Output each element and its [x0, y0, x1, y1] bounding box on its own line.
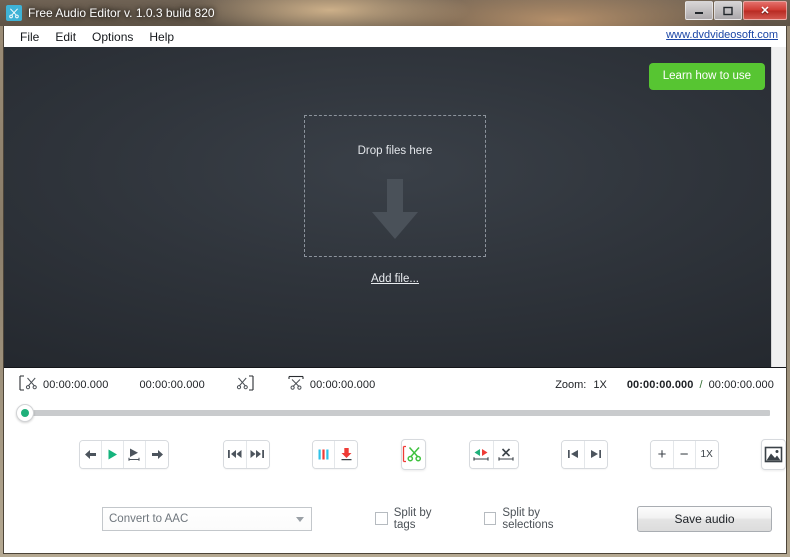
cut-selection-button[interactable] [401, 438, 426, 470]
step-forward-button[interactable] [146, 440, 169, 468]
split-by-tags-option[interactable]: Split by tags [375, 507, 454, 531]
save-audio-button[interactable]: Save audio [637, 505, 772, 532]
chevron-down-icon [295, 516, 304, 522]
menu-item-help[interactable]: Help [141, 28, 182, 46]
marker-group [312, 439, 359, 469]
minus-icon: − [679, 445, 689, 463]
zoom-in-button[interactable]: + [651, 440, 674, 468]
maximize-button[interactable] [714, 1, 742, 20]
split-by-selections-option[interactable]: Split by selections [483, 506, 591, 531]
zoom-value: 1X [593, 378, 607, 391]
zoom-out-button[interactable]: − [673, 440, 696, 468]
set-marker-button[interactable] [335, 440, 358, 468]
export-bar: Convert to AAC Split by tags Split by se… [4, 484, 786, 553]
album-art-button[interactable] [761, 438, 787, 470]
timeline-slider-row [4, 401, 786, 424]
minimize-button[interactable] [685, 1, 713, 20]
dropzone-label: Drop files here [357, 145, 433, 157]
window-controls: ✕ [685, 1, 787, 20]
split-by-tags-checkbox[interactable] [375, 512, 388, 525]
step-back-button[interactable] [80, 440, 103, 468]
editor-toolbar: + − 1X [4, 424, 787, 484]
cut-start-icon [18, 375, 38, 394]
cut-end-icon [236, 375, 256, 394]
title-bar[interactable]: Free Audio Editor v. 1.0.3 build 820 ✕ [0, 0, 790, 26]
transport-group [79, 439, 170, 469]
skip-group [223, 439, 270, 469]
output-format-select[interactable]: Convert to AAC [102, 506, 312, 531]
timeline-position-slider[interactable] [16, 404, 34, 422]
menu-item-options[interactable]: Options [84, 28, 141, 46]
play-button[interactable] [102, 440, 125, 468]
selection-total-group: 00:00:00.000 [287, 375, 375, 394]
cut-total-icon [287, 375, 305, 394]
skip-next-button[interactable] [246, 440, 269, 468]
zoom-group: + − 1X [650, 439, 719, 469]
split-by-tags-label: Split by tags [393, 506, 432, 531]
application-window: Free Audio Editor v. 1.0.3 build 820 ✕ F… [0, 0, 790, 557]
menu-item-file[interactable]: File [12, 28, 47, 46]
learn-how-to-use-button[interactable]: Learn how to use [648, 63, 765, 90]
output-format-value: Convert to AAC [109, 512, 189, 525]
workspace-scrollbar[interactable] [771, 47, 786, 367]
selection-group [468, 439, 519, 469]
plus-icon: + [657, 445, 667, 463]
zoom-reset-button[interactable]: 1X [695, 440, 718, 468]
zoom-1x-icon: 1X [700, 448, 713, 460]
go-to-start-button[interactable] [562, 440, 585, 468]
close-button[interactable]: ✕ [743, 1, 787, 20]
add-tag-button[interactable] [313, 440, 336, 468]
selection-length-time: 00:00:00.000 [139, 378, 205, 391]
add-file-link[interactable]: Add file... [371, 273, 419, 285]
timecode-bar: 00:00:00.000 00:00:00.000 00:00:00.000 Z… [4, 368, 786, 401]
scissors-icon [6, 5, 22, 21]
position-separator: / [699, 378, 703, 391]
play-selection-button[interactable] [124, 440, 147, 468]
client-area: File Edit Options Help www.dvdvideosoft.… [3, 26, 787, 554]
menu-item-edit[interactable]: Edit [47, 28, 84, 46]
timeline-slider-track[interactable] [32, 410, 770, 416]
drop-area-wrapper: Drop files here Add file... [304, 115, 486, 285]
workspace-panel: Learn how to use Drop files here Add fil… [4, 47, 786, 368]
position-current-time: 00:00:00.000 [626, 378, 694, 391]
selection-total-time: 00:00:00.000 [309, 378, 376, 391]
select-region-button[interactable] [469, 440, 494, 468]
file-dropzone[interactable]: Drop files here [304, 115, 486, 257]
delete-region-button[interactable] [493, 440, 518, 468]
go-to-end-button[interactable] [584, 440, 607, 468]
selection-start-group: 00:00:00.000 [18, 375, 108, 394]
position-total-time: 00:00:00.000 [708, 378, 774, 391]
split-by-selections-checkbox[interactable] [483, 512, 497, 525]
skip-previous-button[interactable] [224, 440, 247, 468]
zoom-label: Zoom: [555, 378, 587, 391]
edge-group [561, 439, 608, 469]
down-arrow-icon [368, 179, 422, 246]
window-title: Free Audio Editor v. 1.0.3 build 820 [28, 6, 215, 20]
split-by-selections-label: Split by selections [502, 506, 554, 531]
selection-start-time: 00:00:00.000 [43, 378, 109, 391]
website-link[interactable]: www.dvdvideosoft.com [666, 29, 778, 41]
menu-bar: File Edit Options Help www.dvdvideosoft.… [4, 26, 786, 47]
